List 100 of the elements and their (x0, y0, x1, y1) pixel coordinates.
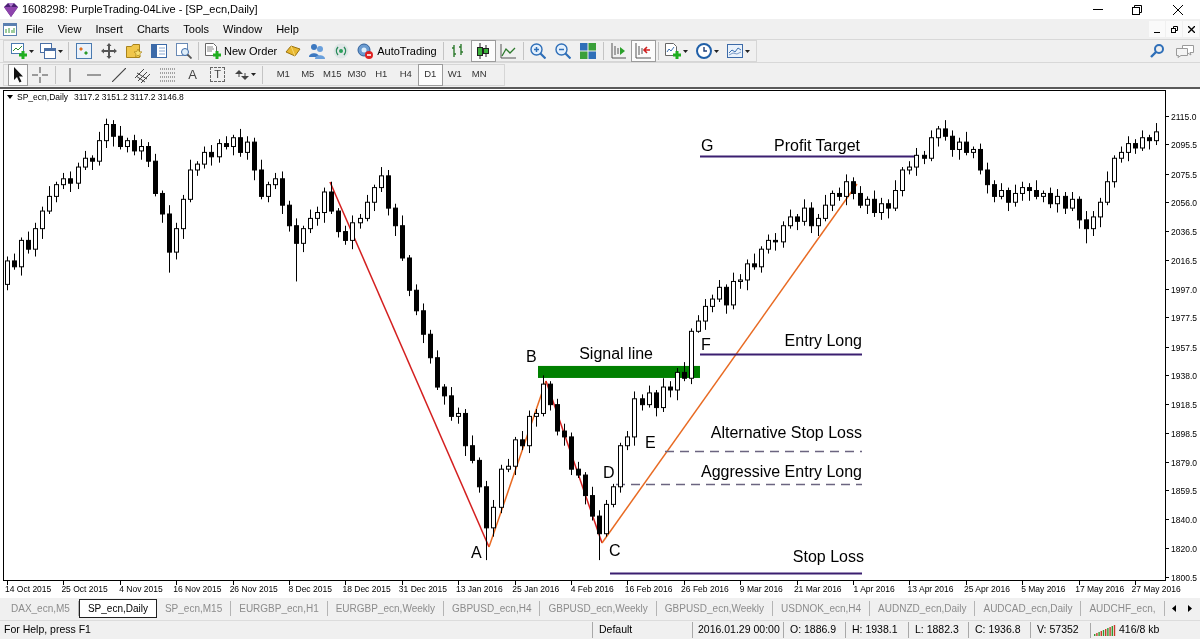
new-chart-button[interactable] (8, 40, 37, 62)
candlestick (308, 209, 313, 234)
point-label: C (609, 542, 621, 559)
candlestick (97, 131, 102, 167)
candlestick (83, 150, 88, 171)
price-axis-label: 1957.5 (1171, 342, 1197, 353)
candlestick (111, 119, 116, 148)
candlestick (1091, 210, 1096, 237)
candlestick (322, 187, 327, 224)
candlestick (548, 380, 553, 412)
menu-item[interactable]: File (19, 19, 51, 39)
candlestick (985, 162, 990, 194)
candlestick-icon (475, 43, 492, 59)
autoscroll-button[interactable] (630, 40, 656, 62)
profiles-button[interactable] (37, 40, 66, 62)
candlestick (766, 234, 771, 255)
timeframe-button[interactable]: M1 (271, 63, 296, 86)
indicator-plus-icon (664, 43, 681, 59)
candlestick (209, 144, 214, 167)
candlestick (682, 361, 687, 382)
scroll-right-button[interactable] (1186, 602, 1194, 615)
candlestick (802, 198, 807, 227)
users-icon (309, 43, 326, 59)
candlestick (647, 385, 652, 409)
date-axis-label: 8 Dec 2015 (288, 584, 332, 594)
menu-item[interactable]: Insert (88, 19, 130, 39)
timeframe-button[interactable]: M30 (344, 63, 369, 86)
menu-item[interactable]: Charts (129, 19, 177, 39)
new-order-button[interactable]: New Order (201, 40, 282, 62)
candlestick (118, 125, 123, 150)
candlestick (160, 190, 165, 224)
candlestick (717, 279, 722, 303)
candlestick (781, 220, 786, 249)
candlestick (470, 434, 475, 464)
candlestick (1020, 181, 1025, 202)
candlestick (231, 134, 236, 156)
candlestick (202, 146, 207, 170)
clock-icon (695, 43, 712, 59)
date-axis-label: 26 Feb 2016 (681, 584, 729, 594)
menu-item[interactable]: Window (216, 19, 270, 39)
menu-item[interactable]: Help (269, 19, 306, 39)
date-axis-label: 25 Oct 2015 (61, 584, 108, 594)
candlestick (788, 209, 793, 230)
date-axis-label: 27 May 2016 (1131, 584, 1181, 594)
candlestick-chart-button[interactable] (470, 40, 496, 62)
price-axis-label: 1820.0 (1171, 543, 1197, 554)
candlestick (851, 176, 856, 200)
candlestick (146, 141, 151, 168)
point-label: B (526, 348, 537, 365)
dropdown-triangle-icon[interactable] (7, 95, 13, 99)
candlestick (992, 179, 997, 203)
candlestick (1063, 191, 1068, 215)
cursor-icon (12, 66, 24, 83)
price-axis-label: 1859.5 (1171, 485, 1197, 496)
timeframe-button[interactable]: H4 (393, 63, 418, 86)
candlestick (315, 206, 320, 227)
child-close-button[interactable] (1183, 21, 1199, 37)
candlestick (943, 119, 948, 142)
timeframe-button[interactable]: H1 (369, 63, 394, 86)
scroll-left-button[interactable] (1170, 602, 1178, 615)
candlestick (1112, 154, 1117, 189)
cursor-tool-button[interactable] (8, 63, 28, 86)
child-restore-button[interactable] (1166, 21, 1182, 37)
channel-icon (135, 66, 152, 83)
timeframe-button[interactable]: W1 (442, 63, 467, 86)
chart-document-icon (2, 22, 17, 36)
point-label: F (701, 336, 711, 353)
child-minimize-button[interactable] (1149, 21, 1165, 37)
search-icon (1150, 44, 1164, 58)
date-axis-label: 4 Feb 2016 (570, 584, 614, 594)
minimize-icon (1154, 32, 1160, 33)
autotrading-button[interactable]: AutoTrading (353, 40, 441, 62)
caret-icon (29, 49, 34, 53)
date-axis-label: 31 Dec 2015 (398, 584, 448, 594)
caret-icon (713, 49, 719, 53)
candlestick (343, 225, 348, 246)
candlestick (745, 258, 750, 291)
timeframe-button[interactable]: MN (467, 63, 492, 86)
candlestick (893, 179, 898, 212)
candlestick (583, 471, 588, 505)
chart-tab[interactable]: SP_ecn,Daily (78, 599, 157, 618)
candlestick (1154, 122, 1159, 146)
candlestick (886, 198, 891, 219)
date-axis-label: 16 Nov 2015 (173, 584, 222, 594)
menu-item[interactable]: View (50, 19, 89, 39)
minimize-icon (1093, 9, 1103, 10)
candlestick (104, 118, 109, 149)
candlestick (830, 190, 835, 212)
timeframe-button[interactable]: M15 (320, 63, 345, 86)
timeframe-button[interactable]: M5 (295, 63, 320, 86)
menu-item[interactable]: Tools (176, 19, 216, 39)
date-axis-label: 9 Mar 2016 (739, 584, 783, 594)
timeframe-button[interactable]: D1 (418, 63, 443, 86)
gear-stop-icon (357, 43, 374, 59)
date-axis-label: 18 Dec 2015 (342, 584, 391, 594)
text-tool-button[interactable]: A (180, 63, 205, 86)
candlestick (675, 367, 680, 401)
text-label-tool-button[interactable]: T (210, 67, 225, 82)
low-price: L: 1882.3 (908, 622, 968, 638)
candlestick (68, 170, 73, 193)
